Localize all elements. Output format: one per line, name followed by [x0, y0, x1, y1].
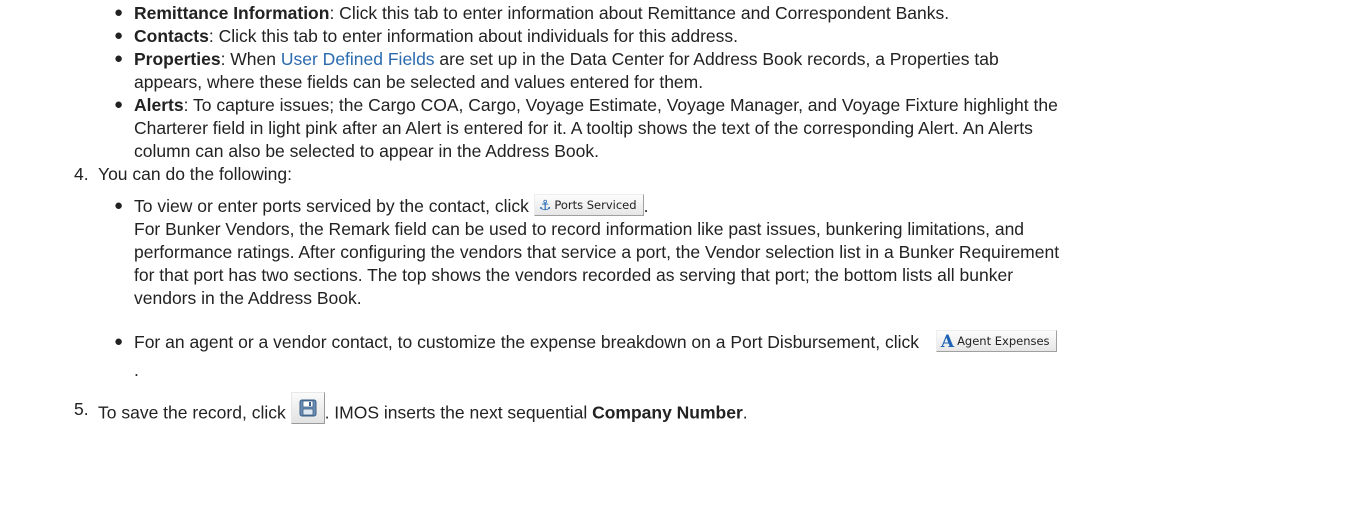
ports-para-line4: vendors in the Address Book.	[134, 288, 362, 308]
bullet-contacts: ●	[114, 27, 124, 44]
bullet-ports: ●	[114, 197, 124, 214]
item-alerts-line2: Charterer field in light pink after an A…	[134, 118, 1033, 138]
ports-serviced-button[interactable]: ⚓ Ports Serviced	[533, 194, 644, 217]
item-contacts: Contacts: Click this tab to enter inform…	[134, 26, 739, 46]
agent-expenses-button[interactable]: A Agent Expenses	[935, 330, 1057, 353]
item-agent-period: .	[134, 360, 139, 380]
user-defined-fields-link[interactable]: User Defined Fields	[281, 49, 435, 69]
item-agent: For an agent or a vendor contact, to cus…	[134, 330, 1057, 354]
floppy-disk-icon	[299, 399, 317, 417]
step4-text: You can do the following:	[98, 164, 292, 184]
item-ports: To view or enter ports serviced by the c…	[134, 194, 649, 217]
item-properties: Properties: When User Defined Fields are…	[134, 49, 999, 69]
item-alerts-line3: column can also be selected to appear in…	[134, 141, 600, 161]
step4-number: 4.	[74, 164, 89, 184]
term-alerts: Alerts	[134, 95, 184, 115]
term-properties: Properties	[134, 49, 221, 69]
step5-number: 5.	[74, 399, 89, 419]
save-button[interactable]	[290, 392, 325, 424]
bullet-properties: ●	[114, 50, 124, 67]
item-properties-line2: appears, where these fields can be selec…	[134, 72, 704, 92]
term-contacts: Contacts	[134, 26, 209, 46]
term-company-number: Company Number	[592, 402, 743, 423]
bullet-alerts: ●	[114, 96, 124, 113]
ports-para-line1: For Bunker Vendors, the Remark field can…	[134, 219, 1025, 239]
item-alerts: Alerts: To capture issues; the Cargo COA…	[134, 95, 1058, 115]
anchor-icon: ⚓	[538, 197, 552, 214]
step5-text: To save the record, click . IMOS inserts…	[98, 392, 748, 430]
term-remittance: Remittance Information	[134, 3, 330, 23]
bullet-agent: ●	[114, 333, 124, 350]
agent-a-icon: A	[940, 331, 955, 352]
ports-para-line2: performance ratings. After configuring t…	[134, 242, 1060, 262]
ports-para-line3: for that port has two sections. The top …	[134, 265, 1014, 285]
bullet-remittance: ●	[114, 4, 124, 21]
item-remittance: Remittance Information: Click this tab t…	[134, 3, 950, 23]
